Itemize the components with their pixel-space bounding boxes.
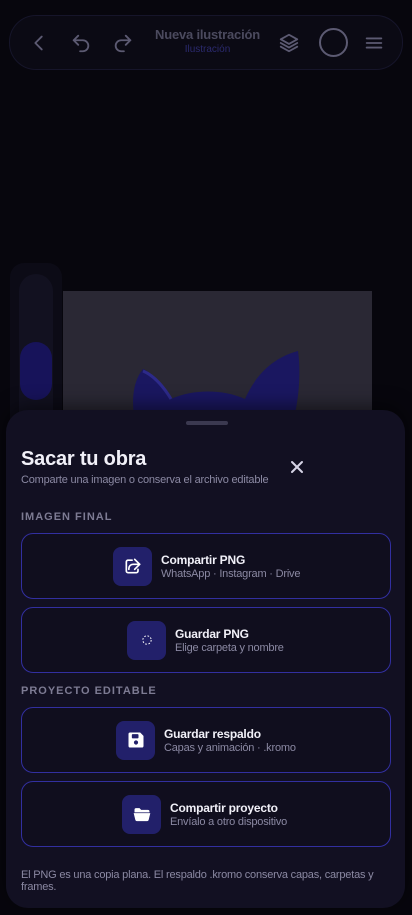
artwork-drawing bbox=[133, 351, 300, 421]
close-icon[interactable] bbox=[285, 455, 309, 479]
document-type: Ilustración bbox=[184, 44, 231, 55]
loading-spinner-icon bbox=[127, 620, 166, 660]
layers-icon[interactable] bbox=[276, 30, 302, 56]
option-title: Compartir proyecto bbox=[170, 800, 278, 815]
sheet-title: Sacar tu obra bbox=[21, 448, 147, 470]
sheet-drag-handle[interactable] bbox=[186, 421, 228, 425]
document-title-block[interactable]: Nueva ilustración Ilustración bbox=[120, 27, 295, 55]
sheet-footnote: El PNG es una copia plana. El respaldo .… bbox=[21, 869, 374, 893]
option-title: Compartir PNG bbox=[161, 552, 246, 567]
sheet-subtitle: Comparte una imagen o conserva el archiv… bbox=[21, 474, 269, 486]
option-detail: Capas y animación · .kromo bbox=[164, 741, 296, 754]
save-icon bbox=[116, 720, 155, 760]
section-label-final-image: IMAGEN FINAL bbox=[21, 511, 113, 523]
document-title: Nueva ilustración bbox=[155, 27, 260, 42]
folder-open-icon bbox=[122, 794, 161, 834]
option-title: Guardar respaldo bbox=[164, 726, 261, 741]
option-detail: WhatsApp · Instagram · Drive bbox=[161, 567, 301, 580]
export-sheet: Sacar tu obra Comparte una imagen o cons… bbox=[6, 410, 405, 908]
share-png-button[interactable]: Compartir PNG WhatsApp · Instagram · Dri… bbox=[21, 533, 391, 599]
share-project-button[interactable]: Compartir proyecto Envíalo a otro dispos… bbox=[21, 781, 391, 847]
option-detail: Envíalo a otro dispositivo bbox=[170, 815, 288, 828]
brush-size-thumb[interactable] bbox=[20, 342, 52, 400]
chevron-left-icon[interactable] bbox=[26, 30, 52, 56]
menu-icon[interactable] bbox=[361, 30, 387, 56]
option-title: Guardar PNG bbox=[175, 626, 249, 641]
top-toolbar: Nueva ilustración Ilustración bbox=[9, 15, 403, 70]
drawing-canvas[interactable] bbox=[63, 291, 372, 421]
undo-icon[interactable] bbox=[68, 30, 94, 56]
save-backup-button[interactable]: Guardar respaldo Capas y animación · .kr… bbox=[21, 707, 391, 773]
color-picker-button[interactable] bbox=[319, 28, 348, 57]
save-png-button[interactable]: Guardar PNG Elige carpeta y nombre bbox=[21, 607, 391, 673]
share-icon bbox=[113, 546, 152, 586]
section-label-editable-project: PROYECTO EDITABLE bbox=[21, 685, 157, 697]
option-detail: Elige carpeta y nombre bbox=[175, 641, 284, 654]
